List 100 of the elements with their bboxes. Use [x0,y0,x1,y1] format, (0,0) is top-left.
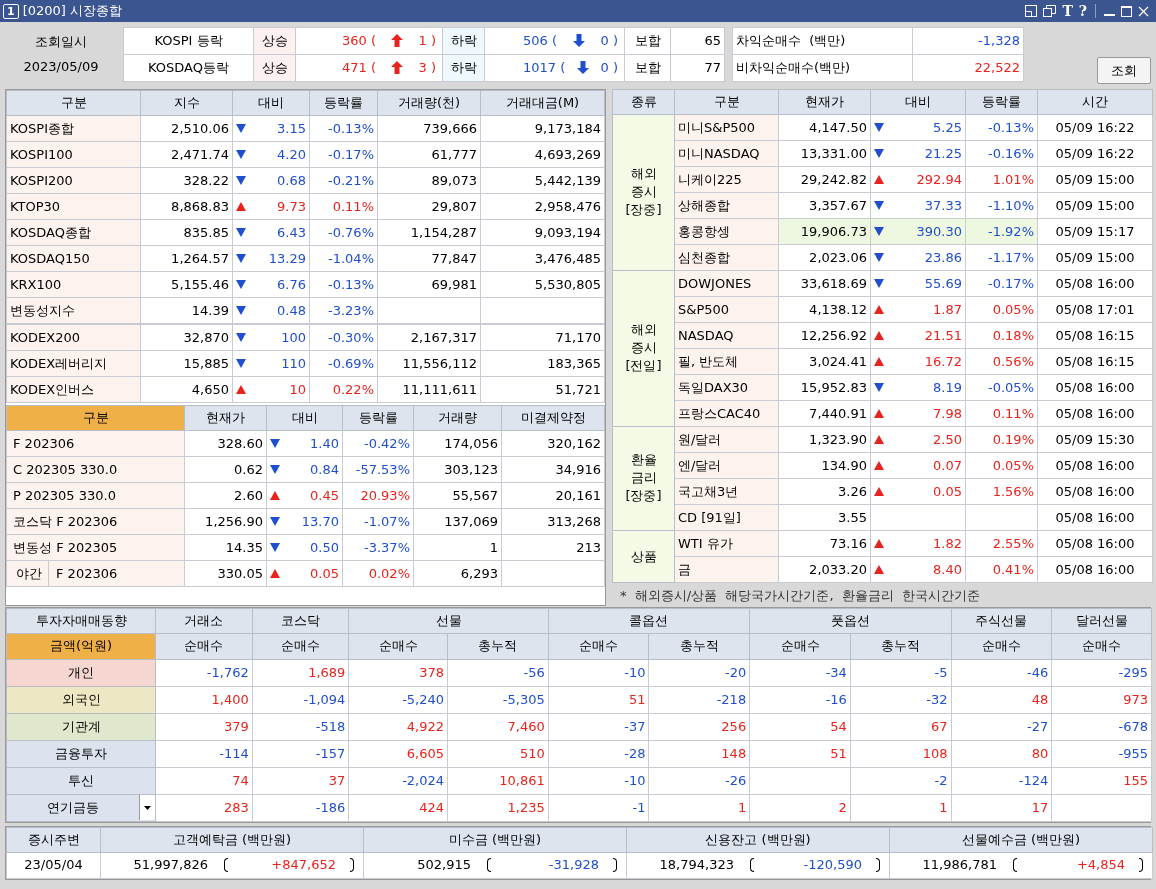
rate-cell: -0.69% [309,350,378,377]
market-name: KOSDAQ등락 [148,59,229,75]
volume-cell: 1 [413,534,502,561]
net-value-cell: 148 [648,740,750,767]
column-subheader: 순매수 [155,633,253,659]
fall-count: 1017 ( [522,58,566,77]
column-subheader: 총누적 [447,633,549,659]
price-cell: 73.16 [778,530,871,557]
index-value: 2,510.06 [140,115,233,142]
column-header[interactable]: 구분 [6,405,185,431]
price-cell: 2.60 [184,482,267,509]
group-label: 해외 증시 [장중] [625,165,662,220]
change-value: 21.25 [924,144,962,163]
maximize-icon[interactable] [1121,5,1132,17]
flat-count: 77 [704,59,721,75]
rate-cell: 0.02% [342,560,414,587]
program-label: 비차익순매수(백만) [736,59,851,75]
net-value-cell: 6,605 [348,740,448,767]
amount-cell: 71,170 [480,324,605,351]
down-triangle-icon [270,543,280,552]
change-value: 55.69 [924,274,962,293]
query-button[interactable]: 조회 [1097,57,1151,84]
net-value-cell: 51 [749,740,851,767]
futures-name: F 202306 [55,564,118,583]
index-name: KOSPI100 [6,141,141,168]
rate-cell: -0.30% [309,324,378,351]
change-value: 23.86 [924,248,962,267]
column-header: 등락률 [309,90,378,116]
toolbar-label-button[interactable]: T [1062,0,1073,22]
volume-cell: 61,777 [377,141,481,168]
window-number: 1 [3,3,19,19]
program-value: 22,522 [974,59,1020,75]
change-value: 9.73 [277,197,306,216]
volume-cell: 11,556,112 [377,350,481,377]
time-cell: 05/08 16:00 [1037,530,1153,557]
index-value: 32,870 [140,324,233,351]
column-header: 대비 [266,405,343,431]
column-subheader: 총누적 [648,633,750,659]
futures-name: F 202306 [12,434,75,453]
price-cell: 4,147.50 [778,114,871,141]
up-triangle-icon [874,357,884,366]
dropdown-caret-icon[interactable] [144,805,152,810]
time-cell: 05/09 16:22 [1037,140,1153,167]
price-cell: 15,952.83 [778,374,871,401]
change-value: 0.45 [310,486,339,505]
program-label: 차익순매수 (백만) [736,32,846,48]
up-triangle-icon [270,491,280,500]
index-value: 2,471.74 [140,141,233,168]
down-triangle-icon [874,253,884,262]
change-value: 13.29 [268,249,306,268]
market-name: 상해종합 [674,192,779,219]
time-cell: 05/09 15:30 [1037,426,1153,453]
price-cell: 330.05 [184,560,267,587]
net-value-cell: 424 [348,794,448,821]
change-value: 292.94 [916,170,962,189]
open-interest-cell: 20,161 [501,482,605,509]
index-name: KTOP30 [6,193,141,220]
unit-header[interactable]: 금액(억원) [6,633,156,659]
column-header: 지수 [140,90,233,116]
net-value-cell: 1 [850,794,952,821]
market-name: 국고채3년 [674,478,779,505]
down-triangle-icon [874,149,884,158]
open-interest-cell: 320,162 [501,430,605,457]
net-value-cell: -124 [951,767,1052,794]
layout-icon[interactable] [1025,5,1038,17]
rate-cell: -1.07% [342,508,414,535]
column-header: 거래소 [155,608,253,633]
market-name: S&P500 [674,296,779,323]
column-header: 코스닥 [252,608,349,633]
net-value-cell: -186 [252,794,349,821]
investor-name: 기관계 [60,717,102,736]
rate-cell: -1.17% [965,244,1038,271]
rate-cell: -0.17% [309,141,378,168]
net-value-cell: 379 [155,713,253,740]
net-value-cell: -2,024 [348,767,448,794]
rate-cell: 0.19% [965,426,1038,453]
column-header: 선물 [348,608,549,633]
net-value-cell: -2 [850,767,952,794]
net-value-cell: 7,460 [447,713,549,740]
column-header: 미결제약정 [501,405,605,431]
change-value: 8.40 [933,560,962,579]
time-cell: 05/08 16:00 [1037,452,1153,479]
investor-label[interactable]: 연기금등 [6,794,156,821]
amount-cell: 4,693,269 [480,141,605,168]
fund-value: 11,986,781 [921,856,997,875]
up-triangle-icon [874,487,884,496]
fall-count: 506 ( [522,31,558,50]
rate-cell: 0.56% [965,348,1038,375]
price-cell: 14.35 [184,534,267,561]
close-icon[interactable] [1138,5,1149,17]
change-value: 8.19 [933,378,962,397]
windows-icon[interactable] [1043,5,1057,17]
net-value-cell: -5 [850,659,952,686]
volume-cell: 55,567 [413,482,502,509]
index-name: 변동성지수 [6,297,141,324]
market-name: WTI 유가 [674,530,779,557]
down-triangle-icon [236,228,246,237]
toolbar-label-button[interactable]: ? [1078,0,1087,22]
volume-cell: 137,069 [413,508,502,535]
column-header: 종류 [612,89,675,115]
